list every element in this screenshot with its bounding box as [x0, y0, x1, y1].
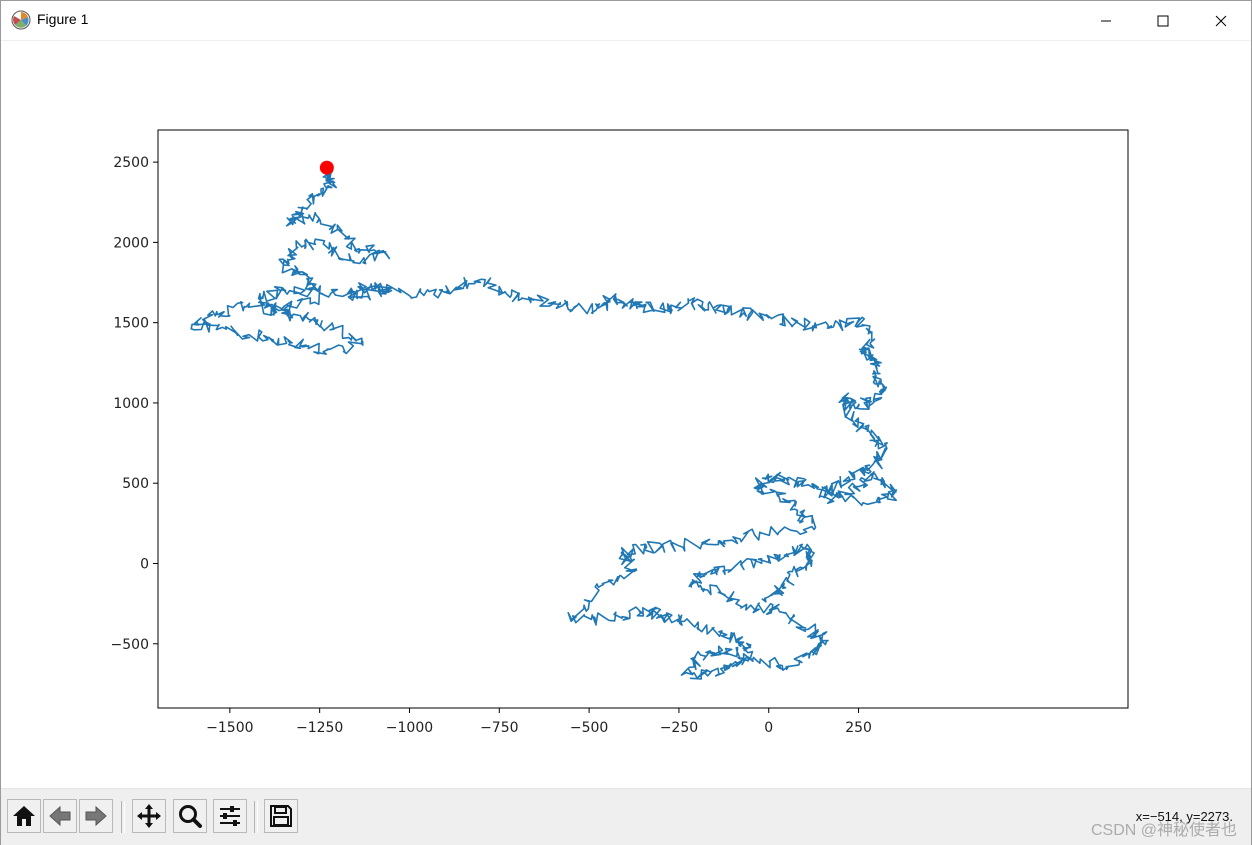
pan-button[interactable] — [132, 799, 166, 833]
close-button[interactable] — [1198, 1, 1244, 40]
y-tick-label: 0 — [140, 557, 149, 573]
maximize-button[interactable] — [1140, 1, 1186, 40]
x-tick-label: −750 — [480, 720, 518, 736]
x-tick-label: 0 — [764, 720, 773, 736]
close-icon — [1215, 15, 1227, 26]
navigation-toolbar: x=−514, y=2273. CSDN @神秘使者也 — [1, 788, 1251, 845]
maximize-icon — [1157, 15, 1169, 26]
pan-move-icon — [137, 804, 161, 828]
back-button[interactable] — [43, 799, 77, 833]
x-tick-label: 250 — [845, 720, 872, 736]
y-tick-label: 1000 — [113, 396, 149, 412]
save-floppy-icon — [270, 805, 292, 827]
watermark: CSDN @神秘使者也 — [1090, 822, 1237, 839]
minimize-button[interactable] — [1083, 1, 1129, 40]
figure-canvas[interactable]: −1500 −1250 −1000 −750 −500 −250 0 250 −500 0 500 1… — [1, 41, 1251, 787]
home-icon — [13, 806, 35, 826]
y-tick-label: 500 — [122, 476, 149, 492]
configure-subplots-icon — [220, 806, 240, 826]
toolbar-separator — [121, 801, 125, 833]
configure-subplots-button[interactable] — [213, 799, 247, 833]
y-tick-label: −500 — [111, 637, 149, 653]
start-point-marker — [319, 160, 334, 175]
zoom-button[interactable] — [173, 799, 207, 833]
back-arrow-icon — [49, 805, 71, 827]
forward-arrow-icon — [85, 805, 107, 827]
y-tick-label: 1500 — [113, 316, 149, 332]
x-tick-label: −1000 — [386, 720, 433, 736]
matplotlib-logo-icon — [11, 10, 31, 30]
figure-window: Figure 1 −1500 −1250 −1000 −750 −500 −250 0 250… — [0, 0, 1252, 845]
x-tick-label: −1250 — [296, 720, 343, 736]
save-button[interactable] — [264, 799, 298, 833]
title-bar[interactable]: Figure 1 — [1, 1, 1251, 41]
y-tick-label: 2500 — [113, 155, 149, 171]
toolbar-separator — [254, 801, 258, 833]
x-tick-label: −1500 — [206, 720, 253, 736]
minimize-icon — [1101, 20, 1111, 21]
zoom-magnifier-icon — [179, 805, 202, 828]
random-walk-chart[interactable]: −1500 −1250 −1000 −750 −500 −250 0 250 −500 0 500 1… — [1, 41, 1251, 787]
y-tick-label: 2000 — [113, 235, 149, 251]
window-title: Figure 1 — [37, 11, 89, 27]
home-button[interactable] — [7, 799, 41, 833]
x-tick-label: −250 — [660, 720, 698, 736]
forward-button[interactable] — [79, 799, 113, 833]
x-tick-label: −500 — [570, 720, 608, 736]
